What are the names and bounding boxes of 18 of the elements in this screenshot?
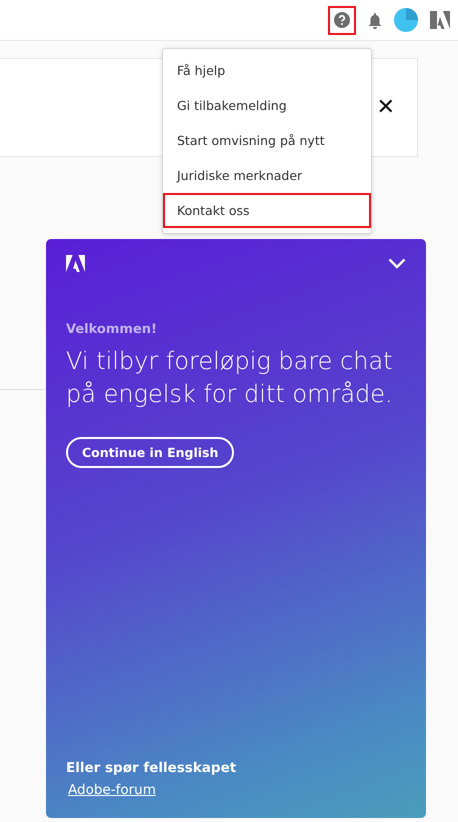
menu-item[interactable]: Få hjelp (163, 53, 371, 88)
message-text: Vi tilbyr foreløpig bare chat på engelsk for ditt område. (66, 346, 394, 410)
close-button[interactable]: ✕ (376, 95, 395, 120)
community-heading: Eller spør fellesskapet (66, 760, 238, 776)
continue-button[interactable]: Continue in English (66, 437, 234, 468)
menu-item[interactable]: Start omvisning på nytt (163, 123, 371, 158)
greeting-text: Velkommen! (66, 322, 158, 337)
help-icon (334, 12, 350, 28)
logo-icon (66, 255, 85, 272)
menu-item[interactable]: Kontakt oss (163, 193, 371, 228)
bell-icon[interactable] (368, 12, 382, 28)
avatar-icon[interactable] (394, 8, 418, 32)
forum-link[interactable]: Adobe-forum (66, 782, 156, 798)
help-button[interactable] (328, 6, 356, 34)
menu-item[interactable]: Juridiske merknader (163, 158, 371, 193)
logo-icon[interactable] (430, 11, 450, 29)
menu-item[interactable]: Gi tilbakemelding (163, 88, 371, 123)
chevron-down-icon[interactable] (388, 258, 406, 269)
